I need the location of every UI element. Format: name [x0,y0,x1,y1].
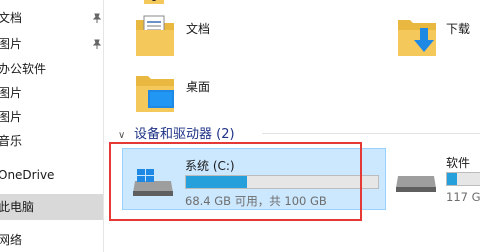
nav-item-pictures-3[interactable]: 图片 [0,105,103,129]
nav-item-this-pc[interactable]: 此电脑 [0,194,103,220]
nav-item-label: 图片 [0,110,23,124]
nav-item-label: 图片 [0,37,23,51]
folder-name: 文档 [186,22,211,36]
nav-item-office-software[interactable]: 办公软件 [0,57,103,81]
drive-name: 软件 [446,156,471,170]
group-divider [262,133,480,134]
nav-item-pictures[interactable]: 图片 [0,32,103,56]
nav-item-documents[interactable]: 文档 [0,6,103,30]
folder-documents[interactable]: 文档 [134,12,254,62]
folder-name: 桌面 [186,80,211,94]
drive-software[interactable]: 软件 117 G [392,148,480,210]
drive-free-space: 117 G [446,190,480,204]
folder-name: 下载 [446,22,471,36]
nav-item-label: OneDrive [0,168,55,182]
pin-icon [92,39,102,49]
drive-usage-bar [446,172,480,186]
nav-item-label: 网络 [0,233,23,247]
nav-item-label: 图片 [0,86,23,100]
nav-item-network[interactable]: 网络 [0,228,103,252]
downloads-folder-icon [398,20,436,56]
nav-item-label: 办公软件 [0,62,47,76]
folder-desktop[interactable]: 桌面 [134,70,254,116]
chevron-down-icon: ∨ [118,130,126,141]
nav-item-music[interactable]: 音乐 [0,129,103,153]
devices-group-header[interactable]: ∨ 设备和驱动器 (2) [118,123,235,142]
documents-folder-icon [136,15,174,56]
annotation-highlight-box [109,142,362,221]
nav-item-onedrive[interactable]: OneDrive [0,163,103,187]
group-header-label: 设备和驱动器 (2) [134,127,235,142]
nav-item-pictures-2[interactable]: 图片 [0,81,103,105]
hard-drive-icon [396,176,436,192]
folder-downloads[interactable]: 下载 [396,12,480,62]
nav-item-label: 此电脑 [0,200,35,214]
content-area: 文档 下载 桌面 ∨ 设备和驱动器 (2) 系统 (C:) 68.4 GB 可用… [104,0,480,252]
pin-icon [92,13,102,23]
nav-item-label: 音乐 [0,134,23,148]
navigation-pane: 文档 图片 办公软件 图片 图片 音乐 OneDrive 此电脑 网络 [0,0,104,252]
folder-icon [144,0,164,4]
nav-item-label: 文档 [0,11,23,25]
drive-usage-fill [447,173,457,185]
desktop-folder-icon [136,76,174,112]
